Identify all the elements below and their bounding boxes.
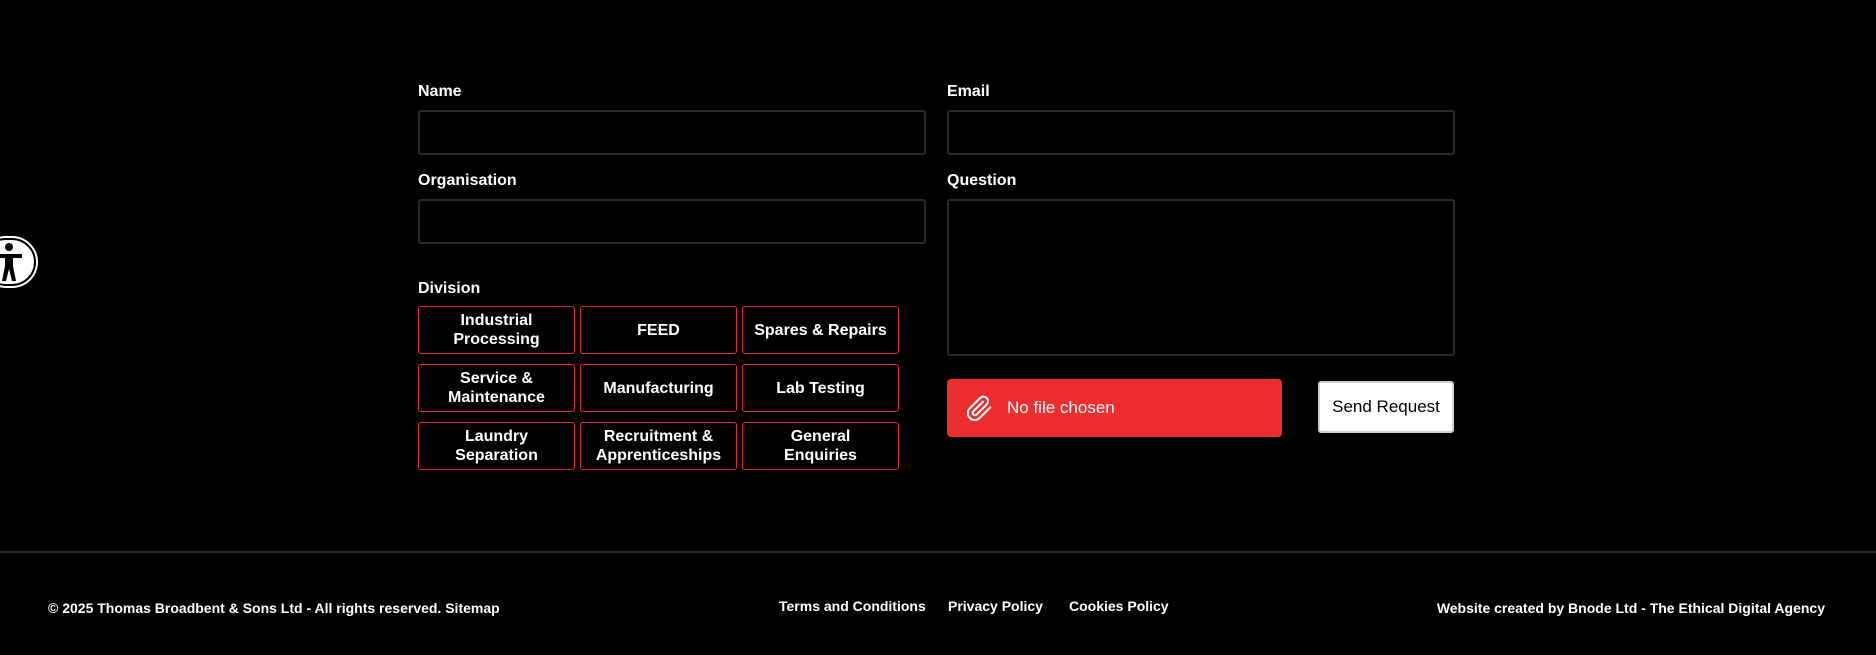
footer-copyright-block: © 2025 Thomas Broadbent & Sons Ltd - All…: [48, 600, 500, 616]
division-feed[interactable]: FEED: [580, 306, 737, 354]
division-lab-testing[interactable]: Lab Testing: [742, 364, 899, 412]
name-label: Name: [418, 83, 462, 100]
email-label: Email: [947, 83, 990, 100]
footer-divider: [0, 551, 1876, 553]
privacy-policy-link[interactable]: Privacy Policy: [948, 598, 1043, 614]
sitemap-link[interactable]: Sitemap: [445, 600, 499, 616]
terms-link[interactable]: Terms and Conditions: [779, 598, 926, 614]
division-general-enquiries[interactable]: General Enquiries: [742, 422, 899, 470]
question-label: Question: [947, 172, 1017, 189]
send-request-button[interactable]: Send Request: [1318, 381, 1454, 433]
division-recruitment-apprenticeships[interactable]: Recruitment & Apprenticeships: [580, 422, 737, 470]
contact-page: Name Email Organisation Question Divisio…: [0, 0, 1876, 655]
email-input[interactable]: [947, 110, 1455, 155]
paperclip-icon: [962, 391, 996, 425]
division-options: Industrial Processing FEED Spares & Repa…: [418, 306, 902, 470]
division-label: Division: [418, 280, 481, 297]
accessibility-button[interactable]: [0, 238, 36, 286]
cookies-policy-link[interactable]: Cookies Policy: [1069, 598, 1169, 614]
division-service-maintenance[interactable]: Service & Maintenance: [418, 364, 575, 412]
organisation-label: Organisation: [418, 172, 517, 189]
organisation-input[interactable]: [418, 199, 926, 244]
accessibility-icon: [0, 243, 22, 281]
division-manufacturing[interactable]: Manufacturing: [580, 364, 737, 412]
division-spares-repairs[interactable]: Spares & Repairs: [742, 306, 899, 354]
file-upload-button[interactable]: No file chosen: [947, 379, 1282, 437]
question-textarea[interactable]: [947, 199, 1455, 356]
copyright-text: © 2025 Thomas Broadbent & Sons Ltd - All…: [48, 600, 442, 616]
division-laundry-separation[interactable]: Laundry Separation: [418, 422, 575, 470]
name-input[interactable]: [418, 110, 926, 155]
file-status: No file chosen: [1007, 398, 1115, 417]
division-industrial-processing[interactable]: Industrial Processing: [418, 306, 575, 354]
agency-credit-link[interactable]: Website created by Bnode Ltd - The Ethic…: [1437, 600, 1825, 616]
